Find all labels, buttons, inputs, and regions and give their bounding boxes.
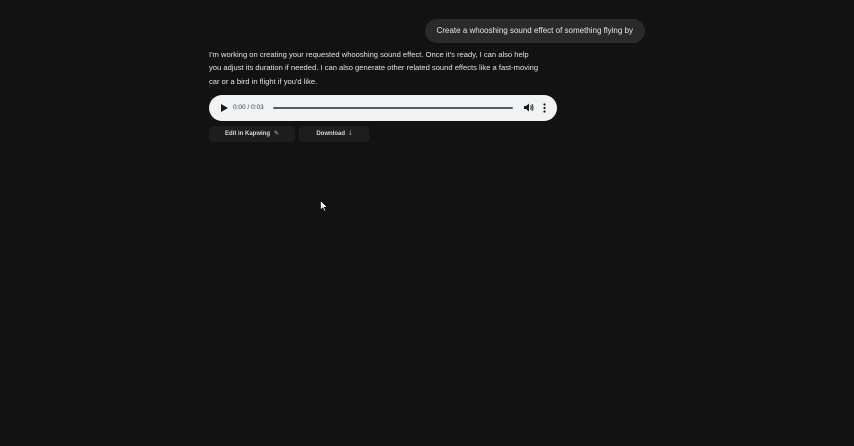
assistant-line-1: I'm working on creating your requested w… bbox=[209, 50, 529, 59]
user-message-bubble: Create a whooshing sound effect of somet… bbox=[424, 19, 645, 43]
download-icon: ⤓ bbox=[349, 130, 352, 137]
response-actions: Edit in Kapwing ✎ Download ⤓ bbox=[209, 125, 559, 142]
assistant-message-text: I'm working on creating your requested w… bbox=[209, 48, 559, 88]
volume-icon[interactable] bbox=[523, 102, 535, 114]
audio-progress-bar[interactable] bbox=[272, 106, 513, 109]
audio-time-display: 0:00 / 0:03 bbox=[233, 104, 264, 112]
assistant-line-2: you adjust its duration if needed. I can… bbox=[209, 63, 539, 73]
more-vertical-icon[interactable] bbox=[541, 102, 549, 114]
play-icon[interactable] bbox=[219, 103, 229, 113]
pencil-icon: ✎ bbox=[273, 131, 280, 138]
download-button[interactable]: Download ⤓ bbox=[299, 125, 369, 142]
assistant-response: I'm working on creating your requested w… bbox=[209, 48, 559, 142]
user-message-text: Create a whooshing sound effect of somet… bbox=[436, 26, 633, 35]
assistant-line-3: car or a bird in flight if you'd like. bbox=[209, 76, 318, 86]
mouse-cursor-icon bbox=[320, 200, 328, 212]
audio-player: 0:00 / 0:03 bbox=[209, 94, 557, 121]
edit-in-kapwing-button[interactable]: Edit in Kapwing ✎ bbox=[209, 125, 295, 142]
edit-in-kapwing-label: Edit in Kapwing bbox=[224, 130, 270, 137]
chat-page: Create a whooshing sound effect of somet… bbox=[0, 0, 854, 446]
download-label: Download bbox=[316, 130, 345, 137]
